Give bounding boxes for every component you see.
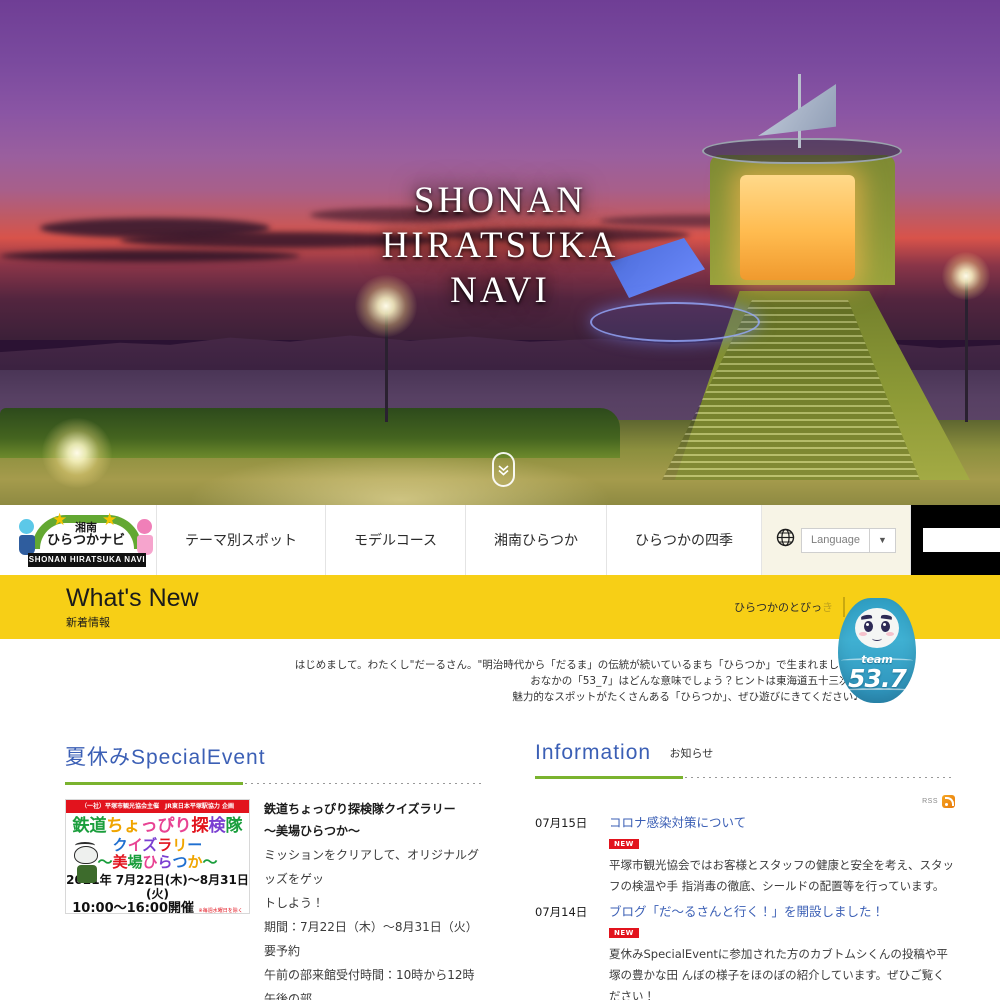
event-period: 期間：7月22日（木）～8月31日（火）要予約 bbox=[264, 920, 478, 958]
rss-feed-link[interactable]: RSS bbox=[535, 795, 955, 808]
logo-jp-line-2: ひらつかナビ bbox=[46, 533, 125, 548]
search-input[interactable] bbox=[922, 528, 1000, 552]
rss-label: RSS bbox=[922, 798, 938, 805]
hero-title: SHONAN HIRATSUKA NAVI bbox=[0, 178, 1000, 313]
hero-title-line-1: SHONAN bbox=[413, 180, 587, 221]
scroll-down-button[interactable] bbox=[492, 452, 515, 487]
language-dropdown[interactable]: Language ▼ bbox=[801, 527, 896, 553]
search-area bbox=[910, 505, 1000, 575]
nav-item-model-course[interactable]: モデルコース bbox=[325, 505, 465, 575]
event-column: 夏休みSpecialEvent （一社）平塚市観光協会主催 JR東日本平塚駅協力… bbox=[65, 741, 487, 1000]
whats-new-title: What's New bbox=[66, 583, 199, 612]
event-body-line-2: トしよう！ bbox=[264, 896, 325, 910]
event-flyer-image[interactable]: （一社）平塚市観光協会主催 JR東日本平塚駅協力 企画 鉄道ちょっぴり探検隊 ク… bbox=[65, 799, 250, 914]
logo-en-text: SHONAN HIRATSUKA NAVI bbox=[28, 553, 146, 567]
nav-item-shonan-hiratsuka[interactable]: 湘南ひらつか bbox=[465, 505, 606, 575]
site-logo[interactable]: ★ ★ 湘南 ひらつかナビ SHONAN HIRATSUKA NAVI bbox=[0, 505, 156, 575]
new-badge: NEW bbox=[609, 839, 639, 849]
hero-title-line-2: HIRATSUKA bbox=[381, 225, 619, 266]
chevron-down-icon[interactable]: ▼ bbox=[868, 528, 895, 552]
whats-new-subtitle: 新着情報 bbox=[66, 615, 110, 629]
nav-item-theme-spots[interactable]: テーマ別スポット bbox=[156, 505, 325, 575]
lamp-light bbox=[42, 418, 112, 488]
hero-title-line-3: NAVI bbox=[450, 270, 550, 311]
mascot-mouth bbox=[872, 636, 882, 641]
news-title-link[interactable]: ブログ「だ～るさんと行く！」を開設しました！ bbox=[609, 901, 955, 922]
event-body-line-1: ミッションをクリアして、オリジナルグッズをゲッ bbox=[264, 848, 480, 886]
tower-observation-deck bbox=[702, 138, 902, 164]
event-section-header: 夏休みSpecialEvent bbox=[65, 741, 485, 782]
section-rule bbox=[535, 776, 955, 779]
intro-line-3: 魅力的なスポットがたくさんある「ひらつか」、ぜひ遊びにきてください♪ bbox=[512, 691, 860, 703]
hiratsuka-tobi-label-faded: き bbox=[822, 601, 833, 614]
information-section-title-jp: お知らせ bbox=[669, 747, 714, 760]
event-morning-hours: 午前の部来館受付時間：10時から12時 午後の部 bbox=[264, 968, 487, 1000]
hero-banner: SHONAN HIRATSUKA NAVI bbox=[0, 0, 1000, 505]
intro-line-2: おなかの「53_7」はどんな意味でしょう？ヒントは東海道五十三次！ bbox=[530, 675, 860, 687]
event-section-title: 夏休みSpecialEvent bbox=[65, 746, 266, 769]
mascot-face bbox=[855, 608, 899, 648]
information-section-header: Information お知らせ bbox=[535, 741, 955, 776]
news-item: 07月15日 コロナ感染対策について NEW 平塚市観光協会ではお客様とスタッフ… bbox=[535, 812, 955, 897]
hiratsuka-tobi-label: ひらつかのとびっ bbox=[734, 601, 822, 614]
rss-icon bbox=[942, 795, 955, 808]
information-column: Information お知らせ RSS 07月15日 コロナ感染対策について … bbox=[535, 741, 955, 1000]
event-text-block: 鉄道ちょっぴり探検隊クイズラリー ～美場ひらつか～ ミッションをクリアして、オリ… bbox=[264, 799, 487, 1000]
news-description: 夏休みSpecialEventに参加された方のカブトムシくんの投稿や平塚の豊かな… bbox=[609, 944, 955, 1000]
intro-line-1: はじめまして。わたくし"だーるさん。"明治時代から「だるま」の伝統が続いているま… bbox=[294, 659, 860, 671]
news-item: 07月14日 ブログ「だ～るさんと行く！」を開設しました！ NEW 夏休みSpe… bbox=[535, 901, 955, 1000]
news-date: 07月15日 bbox=[535, 816, 588, 830]
nav-item-four-seasons[interactable]: ひらつかの四季 bbox=[606, 505, 763, 575]
flyer-note: ※毎週水曜日を除く bbox=[198, 908, 243, 914]
flyer-line-1: 鉄道ちょっぴり探検隊 bbox=[72, 816, 243, 836]
mascot-eye bbox=[881, 621, 890, 632]
flyer-hours: 10:00～16:00開催 ※毎週水曜日を除く bbox=[66, 901, 249, 914]
mascot-cheek bbox=[886, 632, 894, 636]
mascot-cheek bbox=[859, 632, 867, 636]
chevron-double-down-icon bbox=[497, 463, 510, 477]
language-value: Language bbox=[811, 534, 860, 546]
event-row: （一社）平塚市観光協会主催 JR東日本平塚駅協力 企画 鉄道ちょっぴり探検隊 ク… bbox=[65, 799, 487, 1000]
news-description-line-2: 指消毒の徹底、シールドの配置等を行っています。 bbox=[681, 879, 945, 893]
main-content: 夏休みSpecialEvent （一社）平塚市観光協会主催 JR東日本平塚駅協力… bbox=[0, 719, 1000, 1000]
nav-menu: テーマ別スポット モデルコース 湘南ひらつか ひらつかの四季 bbox=[156, 505, 763, 575]
globe-icon bbox=[776, 528, 795, 552]
new-badge: NEW bbox=[609, 928, 639, 938]
mascot-eyebrow bbox=[880, 614, 893, 620]
flyer-banner: （一社）平塚市観光協会主催 JR東日本平塚駅協力 企画 bbox=[66, 800, 249, 813]
section-rule bbox=[65, 782, 485, 785]
hiratsuka-tobi-link[interactable]: ひらつかのとびっき bbox=[734, 599, 833, 615]
news-date: 07月14日 bbox=[535, 905, 588, 919]
language-selector[interactable]: Language ▼ bbox=[762, 505, 911, 575]
news-description: 平塚市観光協会ではお客様とスタッフの健康と安全を考え、スタッフの検温や手 指消毒… bbox=[609, 855, 955, 897]
main-navbar: ★ ★ 湘南 ひらつかナビ SHONAN HIRATSUKA NAVI テーマ別… bbox=[0, 505, 1000, 575]
flyer-hours-text: 10:00～16:00開催 bbox=[72, 901, 195, 914]
mascot-eyebrow bbox=[860, 614, 873, 620]
tower-sail bbox=[758, 84, 836, 136]
mascot-number: 53.7 bbox=[848, 664, 907, 693]
event-heading: 鉄道ちょっぴり探検隊クイズラリー bbox=[264, 802, 456, 816]
mascot-eye bbox=[864, 621, 873, 632]
event-subheading: ～美場ひらつか～ bbox=[264, 824, 361, 838]
mascot-daruma[interactable]: team 53.7 bbox=[838, 598, 916, 703]
flyer-beetle-character bbox=[72, 842, 102, 888]
news-title-link[interactable]: コロナ感染対策について bbox=[609, 812, 955, 833]
information-section-title: Information bbox=[535, 741, 652, 764]
